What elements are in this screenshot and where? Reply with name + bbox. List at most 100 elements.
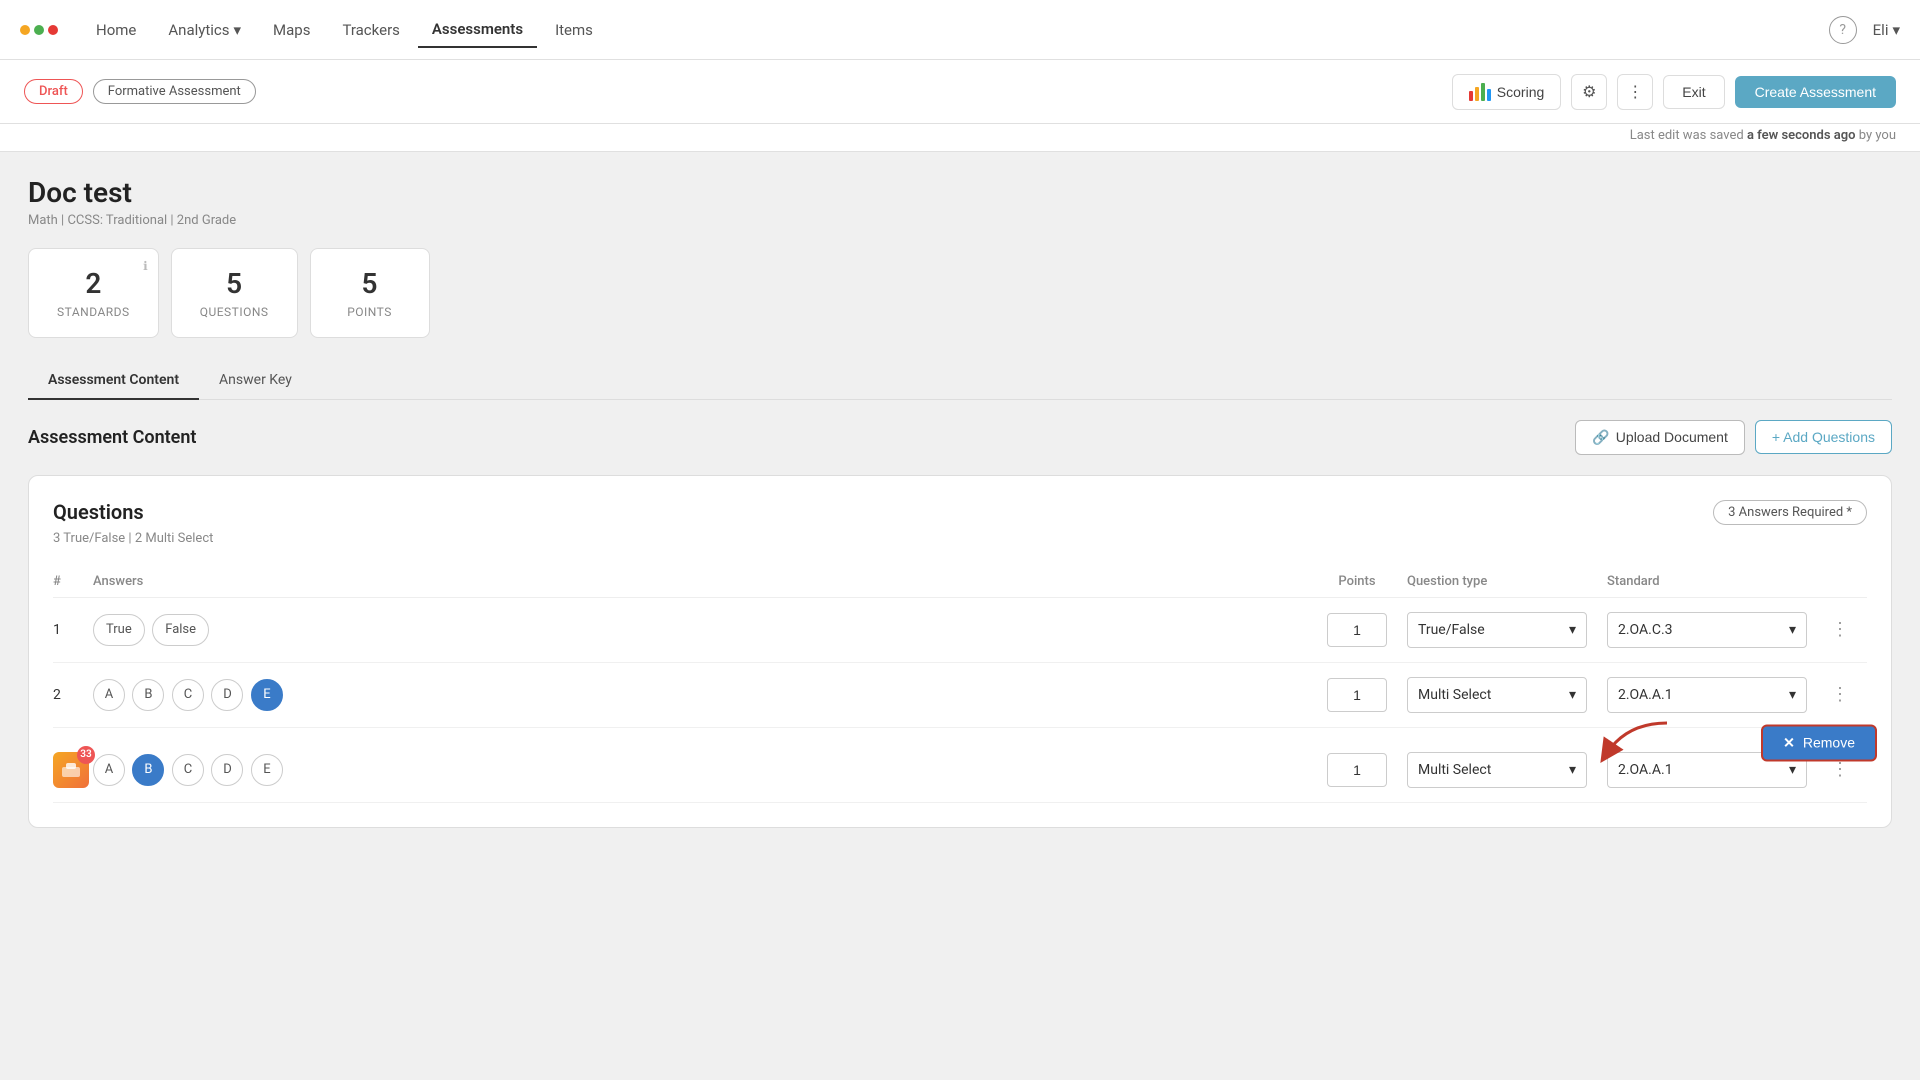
logo-dot-green bbox=[34, 25, 44, 35]
create-assessment-button[interactable]: Create Assessment bbox=[1735, 76, 1896, 108]
upload-document-button[interactable]: 🔗 Upload Document bbox=[1575, 420, 1745, 455]
top-nav: Home Analytics ▾ Maps Trackers Assessmen… bbox=[0, 0, 1920, 60]
answer-false[interactable]: False bbox=[152, 614, 209, 646]
nav-trackers[interactable]: Trackers bbox=[328, 13, 413, 47]
row2-standard-dropdown[interactable]: 2.OA.A.1 ▾ bbox=[1607, 677, 1807, 713]
help-button[interactable]: ? bbox=[1829, 16, 1857, 44]
points-number: 5 bbox=[339, 267, 401, 301]
row1-dropdown-icon: ▾ bbox=[1569, 622, 1576, 638]
row1-points-input[interactable] bbox=[1327, 613, 1387, 647]
nav-assessments[interactable]: Assessments bbox=[418, 12, 537, 48]
questions-title: Questions bbox=[53, 500, 144, 524]
row2-type-value: Multi Select bbox=[1418, 687, 1491, 703]
row2-points-input[interactable] bbox=[1327, 678, 1387, 712]
col-header-num: # bbox=[53, 574, 93, 589]
main-content: Doc test Math | CCSS: Traditional | 2nd … bbox=[0, 152, 1920, 852]
nav-analytics-label: Analytics bbox=[168, 21, 229, 39]
section-actions: 🔗 Upload Document + Add Questions bbox=[1575, 420, 1892, 455]
nav-analytics[interactable]: Analytics ▾ bbox=[154, 13, 255, 47]
questions-header: Questions 3 Answers Required * bbox=[53, 500, 1867, 525]
row1-standard-dropdown[interactable]: 2.OA.C.3 ▾ bbox=[1607, 612, 1807, 648]
row3-type-dropdown[interactable]: Multi Select ▾ bbox=[1407, 752, 1587, 788]
row1-more-icon[interactable]: ⋮ bbox=[1827, 615, 1853, 644]
standards-number: 2 bbox=[57, 267, 130, 301]
table-row: 1 True False True/False ▾ 2.OA.C.3 bbox=[53, 598, 1867, 663]
add-questions-button[interactable]: + Add Questions bbox=[1755, 420, 1892, 454]
section-header: Assessment Content 🔗 Upload Document + A… bbox=[28, 420, 1892, 455]
row2-more-icon[interactable]: ⋮ bbox=[1827, 680, 1853, 709]
bar-green bbox=[1481, 83, 1485, 101]
standards-info-icon[interactable]: ℹ bbox=[143, 259, 148, 273]
row3-answer-d[interactable]: D bbox=[211, 754, 243, 786]
save-suffix: by you bbox=[1859, 128, 1896, 143]
row3-points bbox=[1307, 753, 1407, 787]
row3-dropdown-icon: ▾ bbox=[1569, 762, 1576, 778]
col-header-standard: Standard bbox=[1607, 574, 1827, 589]
row3-answer-e[interactable]: E bbox=[251, 754, 283, 786]
nav-links: Home Analytics ▾ Maps Trackers Assessmen… bbox=[82, 12, 1829, 48]
standards-label: STANDARDS bbox=[57, 305, 130, 319]
draft-badge[interactable]: Draft bbox=[24, 79, 83, 104]
answer-c[interactable]: C bbox=[172, 679, 204, 711]
row2-actions: ⋮ bbox=[1827, 684, 1867, 705]
row2-qtype: Multi Select ▾ bbox=[1407, 677, 1607, 713]
exit-button[interactable]: Exit bbox=[1663, 75, 1724, 109]
points-label: POINTS bbox=[339, 305, 401, 319]
row3-actions: ⋮ bbox=[1827, 759, 1867, 780]
col-header-points: Points bbox=[1307, 574, 1407, 589]
answer-a[interactable]: A bbox=[93, 679, 125, 711]
row3-standard-icon: ▾ bbox=[1789, 762, 1796, 778]
ellipsis-icon: ⋮ bbox=[1627, 82, 1643, 101]
row3-answer-b-selected[interactable]: B bbox=[132, 754, 164, 786]
row3-type-value: Multi Select bbox=[1418, 762, 1491, 778]
nav-right: ? Eli ▾ bbox=[1829, 16, 1900, 44]
row2-num: 2 bbox=[53, 687, 93, 703]
tab-answer-key[interactable]: Answer Key bbox=[199, 362, 312, 400]
remove-button[interactable]: ✕ Remove bbox=[1761, 724, 1877, 761]
row2-type-dropdown[interactable]: Multi Select ▾ bbox=[1407, 677, 1587, 713]
toolbar-wrapper: Draft Formative Assessment Scoring ⚙ ⋮ E… bbox=[0, 60, 1920, 152]
row1-type-value: True/False bbox=[1418, 622, 1485, 638]
questions-card: Questions 3 Answers Required * 3 True/Fa… bbox=[28, 475, 1892, 828]
stats-row: ℹ 2 STANDARDS 5 QUESTIONS 5 POINTS bbox=[28, 248, 1892, 338]
bar-blue bbox=[1487, 89, 1491, 101]
more-options-button[interactable]: ⋮ bbox=[1617, 74, 1653, 110]
row2-points bbox=[1307, 678, 1407, 712]
row1-answers: True False bbox=[93, 614, 1307, 646]
user-menu[interactable]: Eli ▾ bbox=[1873, 21, 1900, 39]
nav-maps[interactable]: Maps bbox=[259, 13, 324, 47]
user-dropdown-icon: ▾ bbox=[1892, 21, 1900, 39]
remove-x-icon: ✕ bbox=[1783, 734, 1795, 751]
avatar-badge: 33 bbox=[77, 746, 95, 764]
nav-home[interactable]: Home bbox=[82, 13, 150, 47]
settings-button[interactable]: ⚙ bbox=[1571, 74, 1607, 110]
row2-dropdown-icon: ▾ bbox=[1569, 687, 1576, 703]
row2-standard-value: 2.OA.A.1 bbox=[1618, 687, 1673, 703]
row1-actions: ⋮ bbox=[1827, 619, 1867, 640]
answer-b[interactable]: B bbox=[132, 679, 164, 711]
row3-points-input[interactable] bbox=[1327, 753, 1387, 787]
row1-standard-value: 2.OA.C.3 bbox=[1618, 622, 1673, 638]
tab-assessment-content[interactable]: Assessment Content bbox=[28, 362, 199, 400]
answer-e-selected[interactable]: E bbox=[251, 679, 283, 711]
formative-badge[interactable]: Formative Assessment bbox=[93, 79, 256, 104]
row3-answer-a[interactable]: A bbox=[93, 754, 125, 786]
answer-true[interactable]: True bbox=[93, 614, 145, 646]
answers-required-badge[interactable]: 3 Answers Required * bbox=[1713, 500, 1867, 525]
nav-items[interactable]: Items bbox=[541, 13, 607, 47]
row1-num: 1 bbox=[53, 622, 93, 638]
row1-standard: 2.OA.C.3 ▾ bbox=[1607, 612, 1827, 648]
logo bbox=[20, 25, 58, 35]
row1-points bbox=[1307, 613, 1407, 647]
avatar-icon bbox=[60, 759, 82, 781]
row1-qtype: True/False ▾ bbox=[1407, 612, 1607, 648]
scoring-button[interactable]: Scoring bbox=[1452, 74, 1561, 110]
answer-d[interactable]: D bbox=[211, 679, 243, 711]
scoring-label: Scoring bbox=[1497, 84, 1544, 100]
remove-label: Remove bbox=[1803, 735, 1855, 751]
row3-answer-c[interactable]: C bbox=[172, 754, 204, 786]
stat-standards: ℹ 2 STANDARDS bbox=[28, 248, 159, 338]
row1-type-dropdown[interactable]: True/False ▾ bbox=[1407, 612, 1587, 648]
stat-questions: 5 QUESTIONS bbox=[171, 248, 298, 338]
section-title: Assessment Content bbox=[28, 427, 196, 448]
